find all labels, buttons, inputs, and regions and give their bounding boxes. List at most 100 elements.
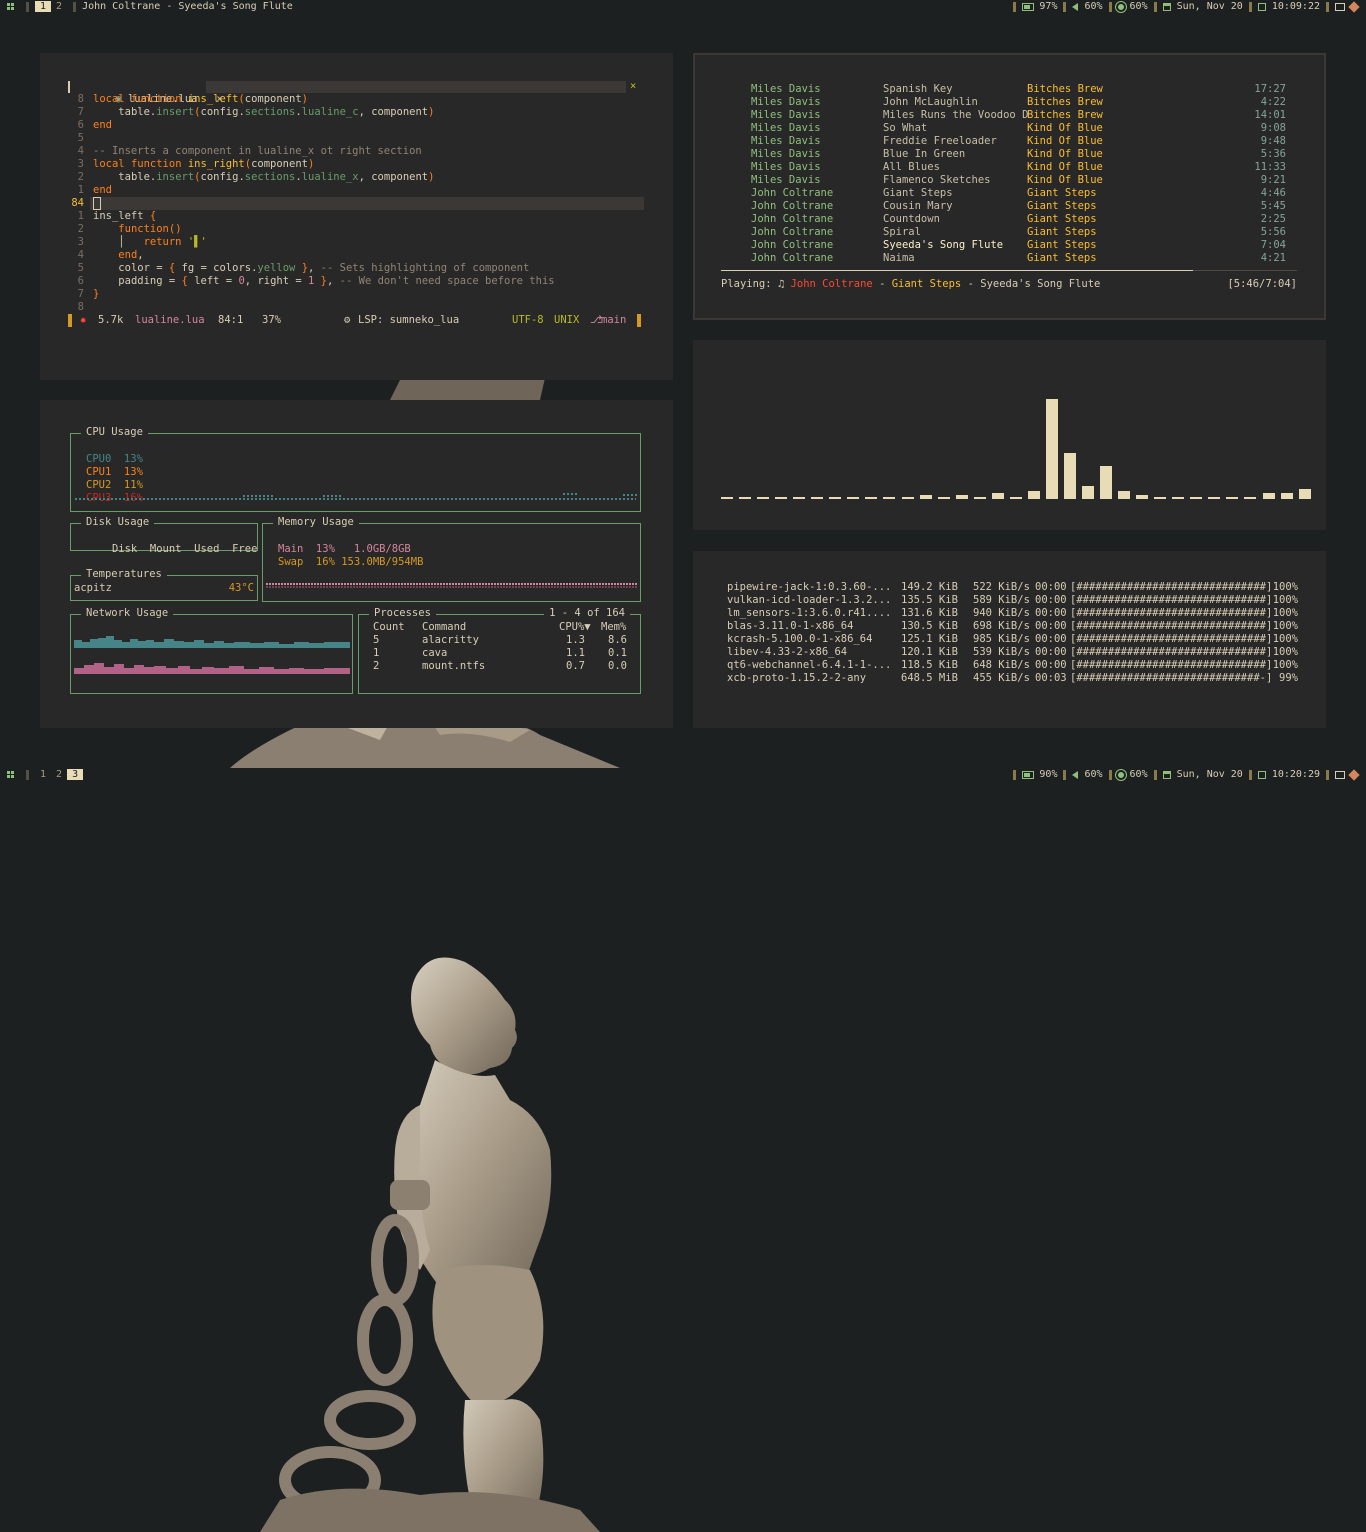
temp-sensor: acpitz — [74, 582, 112, 594]
download-eta: 00:00 — [1035, 594, 1067, 606]
line-number: 6 — [77, 275, 84, 287]
code-line[interactable]: padding = { left = 0, right = 1 }, -- We… — [93, 275, 554, 288]
download-eta: 00:00 — [1035, 659, 1067, 671]
network-graph — [74, 636, 350, 674]
track-album: Giant Steps — [1027, 226, 1097, 238]
download-bar: [##############################] — [1070, 581, 1273, 593]
visualizer-bar — [1262, 493, 1275, 499]
track-artist: Miles Davis — [751, 109, 821, 121]
code-line[interactable]: end, — [93, 249, 143, 262]
code-line[interactable]: } — [93, 288, 99, 301]
book-icon[interactable] — [1335, 770, 1345, 779]
line-number: 7 — [77, 288, 84, 300]
memory-usage-title: Memory Usage — [273, 516, 359, 528]
proc-mem: 0.1 — [608, 647, 627, 659]
code-line[interactable]: │ return '▌' — [93, 236, 207, 249]
volume-level[interactable]: 60% — [1084, 769, 1102, 780]
visualizer-bar — [757, 497, 770, 499]
proc-cpu: 1.3 — [566, 634, 585, 646]
track-title: Flamenco Sketches — [883, 174, 991, 186]
track-artist: John Coltrane — [751, 239, 834, 251]
workspace-1[interactable]: 1 — [35, 769, 51, 780]
proc-header-mem[interactable]: Mem% — [601, 621, 626, 634]
cpu-usage-title: CPU Usage — [81, 426, 148, 438]
track-album: Giant Steps — [1027, 187, 1097, 199]
download-bar: [##############################] — [1070, 633, 1273, 645]
progress-fill — [721, 270, 1194, 271]
code-line[interactable]: color = { fg = colors.yellow }, -- Sets … — [93, 262, 529, 275]
code-line[interactable]: end — [93, 184, 112, 197]
dash: - — [967, 278, 974, 290]
workspace-2[interactable]: 2 — [51, 769, 67, 780]
battery-level: 97% — [1039, 1, 1058, 12]
cpu-row: CPU0 13% — [86, 453, 143, 465]
track-title: Countdown — [883, 213, 940, 225]
window-close-icon[interactable]: × — [630, 80, 636, 93]
audio-visualizer-window — [693, 340, 1326, 530]
visualizer-bar — [1009, 497, 1022, 499]
proc-header-command[interactable]: Command — [422, 621, 466, 634]
cpu-row: CPU1 13% — [86, 466, 143, 478]
processes-panel[interactable]: Processes 1 - 4 of 164 Count Command CPU… — [358, 607, 641, 694]
line-number: 1 — [77, 210, 84, 222]
music-player-window[interactable]: Miles Davis Spanish Key Bitches Brew 17:27 M… — [693, 53, 1326, 320]
code-line[interactable]: table.insert(config.sections.lualine_x, … — [93, 171, 434, 184]
download-rate: 648 KiB/s — [973, 659, 1030, 671]
current-line-highlight — [90, 197, 644, 210]
track-artist: Miles Davis — [751, 148, 821, 160]
workspace-2[interactable]: 2 — [51, 1, 67, 12]
code-line[interactable]: local function ins_right(component) — [93, 158, 314, 171]
disk-usage-panel: Disk Usage Disk Mount Used Free — [70, 516, 258, 555]
visualizer-bar — [937, 497, 950, 499]
download-bar: [#############################-] — [1070, 672, 1273, 684]
editor-statusline: ✹ 5.7k lualine.lua 84:1 37% ⚙ LSP: sumne… — [68, 314, 643, 327]
code-line[interactable]: table.insert(config.sections.lualine_c, … — [93, 106, 434, 119]
code-line[interactable]: local function ins_left(component) — [93, 93, 308, 106]
code-line[interactable]: function() — [93, 223, 181, 236]
volume-icon — [1072, 770, 1079, 779]
proc-mem: 0.0 — [608, 660, 627, 672]
visualizer-bar — [1154, 497, 1167, 499]
track-title: Naima — [883, 252, 915, 264]
download-percent: 100% — [1272, 659, 1298, 671]
now-playing-album: Giant Steps — [891, 278, 962, 290]
status-format: UNIX — [554, 314, 580, 326]
proc-header-cpu[interactable]: CPU%▼ — [559, 621, 591, 634]
volume-level[interactable]: 60% — [1084, 1, 1102, 12]
proc-header-count[interactable]: Count — [373, 621, 405, 634]
visualizer-bar — [775, 497, 788, 499]
code-line[interactable] — [93, 197, 101, 210]
track-length: 9:21 — [1260, 174, 1286, 186]
line-number: 2 — [77, 223, 84, 235]
code-line[interactable]: end — [93, 119, 112, 132]
track-title: Miles Runs the Voodoo D — [883, 109, 1029, 121]
download-name: vulkan-icd-loader-1.3.2... — [727, 594, 892, 606]
heart-icon[interactable] — [1348, 0, 1360, 13]
brightness-level[interactable]: 60% — [1130, 1, 1148, 12]
download-size: 118.5 KiB — [901, 659, 958, 671]
code-line[interactable]: ins_left { — [93, 210, 156, 223]
network-usage-title: Network Usage — [81, 607, 174, 619]
track-length: 4:21 — [1260, 252, 1286, 264]
brightness-level[interactable]: 60% — [1130, 769, 1148, 780]
code-line[interactable]: -- Inserts a component in lualine_x ot r… — [93, 145, 422, 158]
editor-window[interactable]: ◉ lualine.lua × × 8 local function ins_le… — [40, 53, 673, 380]
dash: - — [879, 278, 886, 290]
temperatures-title: Temperatures — [81, 568, 167, 580]
download-bar: [##############################] — [1070, 659, 1273, 671]
workspace-3[interactable]: 3 — [67, 769, 84, 780]
download-bar: [##############################] — [1070, 607, 1273, 619]
book-icon[interactable] — [1335, 2, 1345, 11]
memory-graph — [266, 583, 638, 588]
track-length: 11:33 — [1254, 161, 1286, 173]
download-rate: 455 KiB/s — [973, 672, 1030, 684]
track-album: Giant Steps — [1027, 252, 1097, 264]
system-monitor-window[interactable]: CPU Usage CPU0 13% CPU1 13% CPU2 11% CPU3 1… — [40, 400, 673, 728]
editor-tab[interactable]: ◉ lualine.lua × — [90, 80, 223, 105]
download-percent: 100% — [1272, 620, 1298, 632]
workspace-1[interactable]: 1 — [35, 1, 52, 12]
track-title: John McLaughlin — [883, 96, 978, 108]
visualizer-bar — [865, 497, 878, 499]
heart-icon[interactable] — [1348, 768, 1360, 781]
track-artist: Miles Davis — [751, 135, 821, 147]
